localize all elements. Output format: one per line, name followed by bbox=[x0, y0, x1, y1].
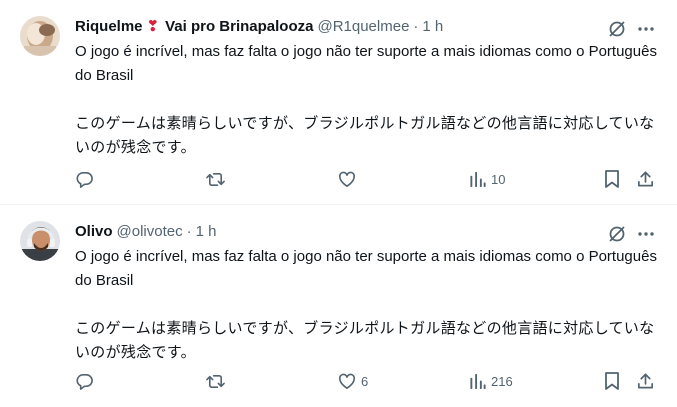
post-time[interactable]: 1 h bbox=[196, 223, 217, 240]
avatar[interactable] bbox=[20, 16, 60, 56]
views-button[interactable]: 216 bbox=[469, 370, 513, 392]
like-button[interactable]: 6 bbox=[337, 370, 368, 392]
reply-icon bbox=[75, 372, 94, 391]
display-name-suffix[interactable]: Vai pro Brinapalooza bbox=[165, 18, 313, 35]
views-icon bbox=[469, 372, 487, 391]
post-text-jp: このゲームは素晴らしいですが、ブラジルポルトガル語などの他言語に対応していないの… bbox=[75, 320, 655, 361]
post-olivo[interactable]: Olivo @olivotec · 1 h O jogo é incrível,… bbox=[0, 205, 677, 407]
share-button[interactable] bbox=[636, 370, 655, 392]
post-text: O jogo é incrível, mas faz falta o jogo … bbox=[75, 245, 665, 365]
post-time[interactable]: 1 h bbox=[422, 18, 443, 35]
like-icon bbox=[337, 170, 357, 189]
share-button[interactable] bbox=[636, 168, 655, 190]
reply-button[interactable] bbox=[75, 168, 98, 190]
bookmark-icon bbox=[603, 169, 621, 189]
action-bar: 6 216 bbox=[75, 370, 665, 392]
separator-dot: · bbox=[186, 222, 192, 240]
bookmark-icon bbox=[603, 371, 621, 391]
reply-icon bbox=[75, 170, 94, 189]
bookmark-button[interactable] bbox=[603, 370, 621, 392]
like-icon bbox=[337, 372, 357, 391]
post-text: O jogo é incrível, mas faz falta o jogo … bbox=[75, 40, 665, 160]
views-icon bbox=[469, 170, 487, 189]
display-name[interactable]: Riquelme bbox=[75, 18, 143, 35]
reply-button[interactable] bbox=[75, 370, 98, 392]
repost-icon bbox=[205, 170, 226, 189]
separator-dot: · bbox=[413, 17, 419, 35]
post-text-jp: このゲームは素晴らしいですが、ブラジルポルトガル語などの他言語に対応していないの… bbox=[75, 115, 655, 156]
like-count: 6 bbox=[361, 373, 369, 389]
like-button[interactable] bbox=[337, 168, 361, 190]
display-name[interactable]: Olivo bbox=[75, 223, 113, 240]
repost-button[interactable] bbox=[205, 168, 230, 190]
user-handle[interactable]: @R1quelmee bbox=[317, 18, 409, 35]
share-icon bbox=[636, 169, 655, 189]
action-bar: 10 bbox=[75, 168, 665, 190]
post-text-pt: O jogo é incrível, mas faz falta o jogo … bbox=[75, 248, 657, 289]
heart-emoji: ❣ bbox=[146, 18, 160, 35]
avatar[interactable] bbox=[20, 221, 60, 261]
view-count: 10 bbox=[491, 171, 506, 187]
views-button[interactable]: 10 bbox=[469, 168, 505, 190]
bookmark-button[interactable] bbox=[603, 168, 621, 190]
view-count: 216 bbox=[491, 373, 513, 389]
user-handle[interactable]: @olivotec bbox=[117, 223, 183, 240]
share-icon bbox=[636, 371, 655, 391]
post-riquelme[interactable]: Riquelme ❣ Vai pro Brinapalooza @R1quelm… bbox=[0, 0, 677, 205]
repost-icon bbox=[205, 372, 226, 391]
repost-button[interactable] bbox=[205, 370, 230, 392]
post-text-pt: O jogo é incrível, mas faz falta o jogo … bbox=[75, 43, 657, 84]
